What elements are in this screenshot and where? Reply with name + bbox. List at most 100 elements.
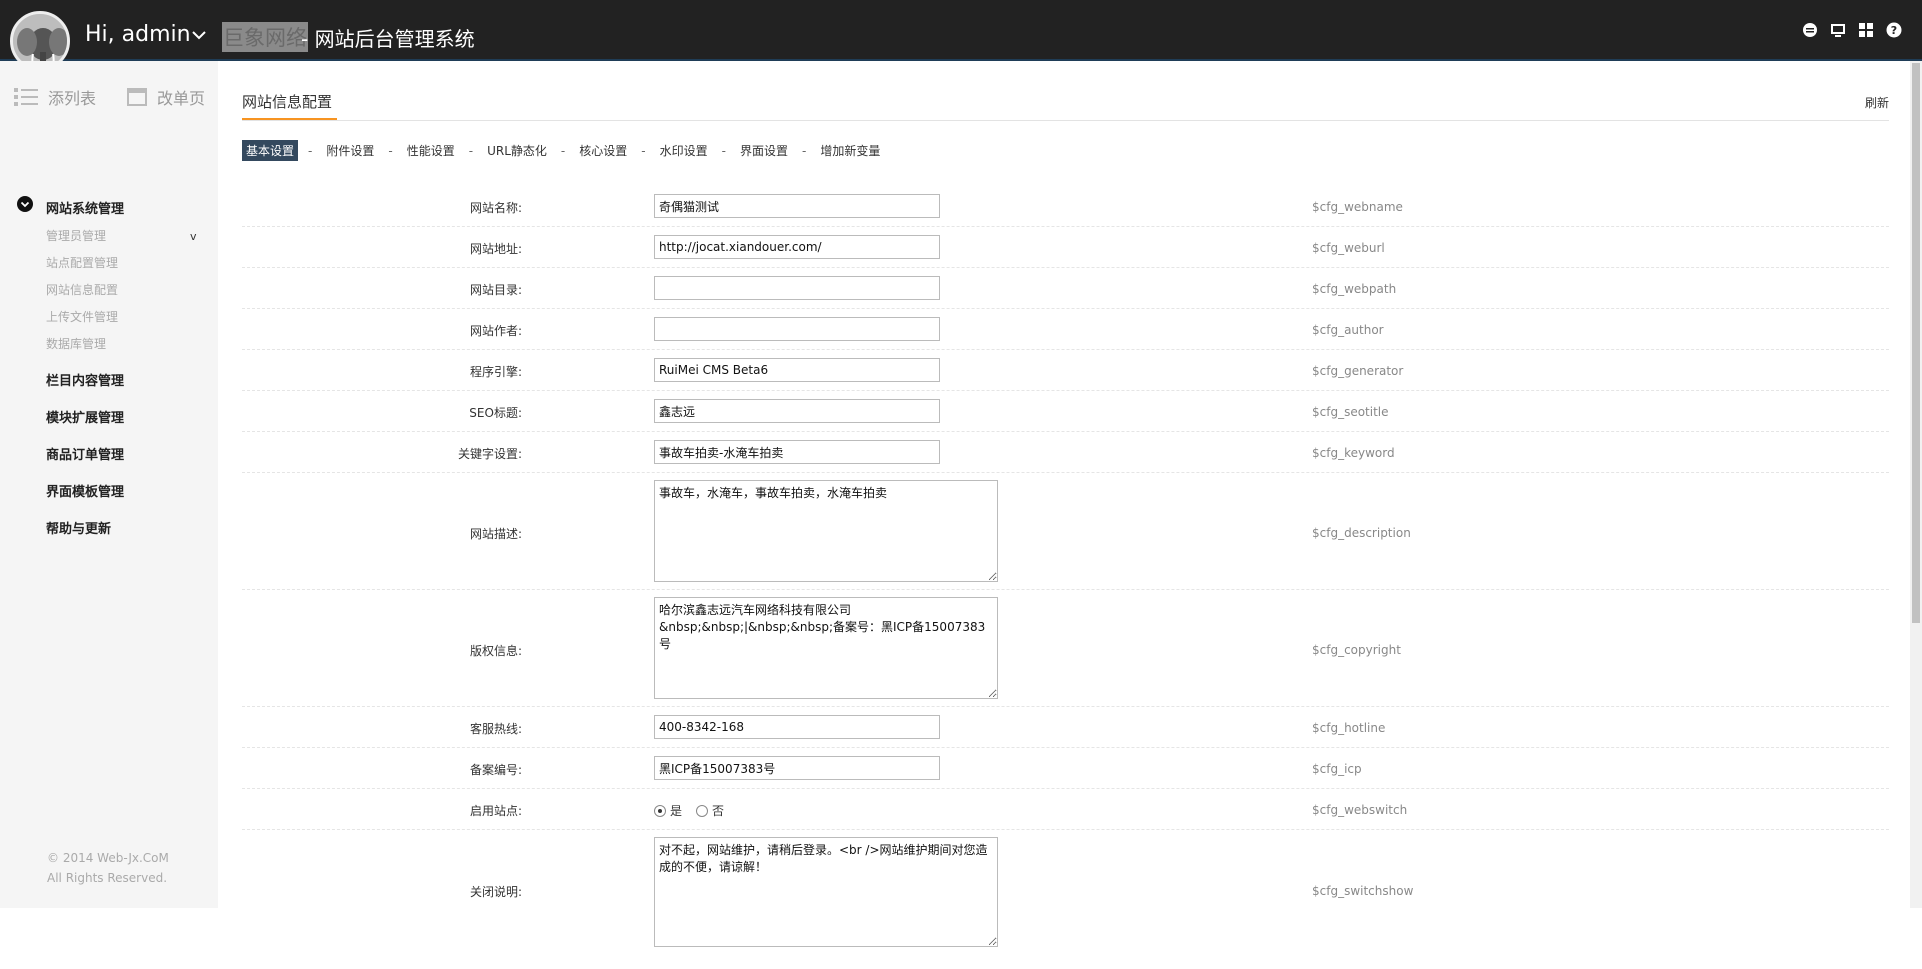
add-list-label: 添列表 xyxy=(48,89,97,108)
nav-group-orders[interactable]: 商品订单管理 xyxy=(46,444,124,463)
add-list-button[interactable]: 添列表 xyxy=(14,85,96,109)
tab-separator: - xyxy=(721,143,726,158)
icp-input[interactable] xyxy=(654,756,940,780)
tab-separator: - xyxy=(641,143,646,158)
nav-group-templates[interactable]: 界面模板管理 xyxy=(46,481,124,500)
monitor-icon[interactable] xyxy=(1830,22,1846,38)
radio-no-label[interactable]: 否 xyxy=(712,802,724,819)
author-input[interactable] xyxy=(654,317,940,341)
form-row-hotline: 客服热线: $cfg_hotline xyxy=(242,707,1889,748)
tab-watermark[interactable]: 水印设置 xyxy=(656,140,712,161)
nav-group-modules[interactable]: 模块扩展管理 xyxy=(46,407,124,426)
radio-yes[interactable] xyxy=(654,804,666,817)
generator-input[interactable] xyxy=(654,358,940,382)
top-icon-group: ? xyxy=(1802,22,1902,38)
field-label: 启用站点: xyxy=(469,804,522,818)
webname-input[interactable] xyxy=(654,194,940,218)
form-row-webswitch: 启用站点: 是 否 $cfg_webswitch xyxy=(242,789,1889,830)
app-title: - 网站后台管理系统 xyxy=(301,27,475,51)
page-title: 网站信息配置 xyxy=(242,93,333,111)
copyright-line-2: All Rights Reserved. xyxy=(47,871,168,885)
form-row-keyword: 关键字设置: $cfg_keyword xyxy=(242,432,1889,473)
edit-page-button[interactable]: 改单页 xyxy=(127,85,205,109)
form-row-copyright: 版权信息: 哈尔滨鑫志远汽车网络科技有限公司 &nbsp;&nbsp;|&nbs… xyxy=(242,590,1889,707)
nav-item-admin[interactable]: 管理员管理 xyxy=(46,227,106,244)
grid-icon[interactable] xyxy=(1858,22,1874,38)
field-label: 版权信息: xyxy=(469,644,522,658)
field-label: 备案编号: xyxy=(469,763,522,777)
nav-item-site-info[interactable]: 网站信息配置 xyxy=(46,281,118,298)
webpath-input[interactable] xyxy=(654,276,940,300)
switchshow-textarea[interactable]: 对不起，网站维护，请稍后登录。<br />网站维护期间对您造成的不便，请谅解！ xyxy=(654,837,998,947)
form-row-generator: 程序引擎: $cfg_generator xyxy=(242,350,1889,391)
field-label: 客服热线: xyxy=(469,722,522,736)
tab-separator: - xyxy=(388,143,393,158)
refresh-link[interactable]: 刷新 xyxy=(1865,94,1889,111)
copyright-textarea[interactable]: 哈尔滨鑫志远汽车网络科技有限公司 &nbsp;&nbsp;|&nbsp;&nbs… xyxy=(654,597,998,699)
page-icon xyxy=(127,88,147,106)
form-row-author: 网站作者: $cfg_author xyxy=(242,309,1889,350)
field-label: SEO标题: xyxy=(469,406,522,420)
settings-tabs: 基本设置 - 附件设置 - 性能设置 - URL静态化 - 核心设置 - 水印设… xyxy=(242,140,884,161)
top-bar: Hi, admin 巨象网络 - 网站后台管理系统 ? xyxy=(0,0,1922,71)
tab-performance[interactable]: 性能设置 xyxy=(403,140,459,161)
title-divider xyxy=(242,120,1889,121)
tab-separator: - xyxy=(308,143,313,158)
nav-group-content[interactable]: 栏目内容管理 xyxy=(46,370,124,389)
variable-name: $cfg_hotline xyxy=(1312,721,1386,735)
radio-no[interactable] xyxy=(696,804,709,817)
top-bar-accent xyxy=(0,59,1922,61)
tab-core[interactable]: 核心设置 xyxy=(575,140,631,161)
radio-yes-label[interactable]: 是 xyxy=(670,802,682,819)
tab-separator: - xyxy=(468,143,474,158)
field-label: 网站描述: xyxy=(469,527,522,541)
nav-item-site-config[interactable]: 站点配置管理 xyxy=(46,254,118,271)
field-label: 关键字设置: xyxy=(457,447,522,461)
description-textarea[interactable]: 事故车，水淹车，事故车拍卖，水淹车拍卖 xyxy=(654,480,998,582)
field-label: 程序引擎: xyxy=(469,365,522,379)
message-icon[interactable] xyxy=(1802,22,1818,38)
tab-separator: - xyxy=(801,143,807,158)
nav-item-database[interactable]: 数据库管理 xyxy=(46,335,106,352)
variable-name: $cfg_copyright xyxy=(1312,643,1401,657)
form-row-webpath: 网站目录: $cfg_webpath xyxy=(242,268,1889,309)
site-name-highlight: 巨象网络 xyxy=(222,22,308,52)
help-icon[interactable]: ? xyxy=(1886,22,1902,38)
tab-separator: - xyxy=(560,143,566,158)
variable-name: $cfg_generator xyxy=(1312,364,1404,378)
variable-name: $cfg_seotitle xyxy=(1312,405,1389,419)
variable-name: $cfg_webname xyxy=(1312,200,1403,214)
tab-interface[interactable]: 界面设置 xyxy=(736,140,792,161)
form-row-switchshow: 关闭说明: 对不起，网站维护，请稍后登录。<br />网站维护期间对您造成的不便… xyxy=(242,830,1889,969)
variable-name: $cfg_webswitch xyxy=(1312,803,1408,817)
tab-url-static[interactable]: URL静态化 xyxy=(483,140,551,161)
svg-text:?: ? xyxy=(1891,24,1897,37)
tab-add-variable[interactable]: 增加新变量 xyxy=(816,140,884,161)
variable-name: $cfg_switchshow xyxy=(1312,884,1414,898)
hotline-input[interactable] xyxy=(654,715,940,739)
weburl-input[interactable] xyxy=(654,235,940,259)
collapse-toggle-icon[interactable] xyxy=(17,196,33,212)
form-row-icp: 备案编号: $cfg_icp xyxy=(242,748,1889,789)
nav-group-system[interactable]: 网站系统管理 xyxy=(46,198,124,217)
scrollbar-thumb[interactable] xyxy=(1912,63,1920,623)
seotitle-input[interactable] xyxy=(654,399,940,423)
keyword-input[interactable] xyxy=(654,440,940,464)
field-label: 网站作者: xyxy=(469,324,522,338)
chevron-down-icon[interactable] xyxy=(190,26,208,44)
variable-name: $cfg_author xyxy=(1312,323,1384,337)
tab-attachment[interactable]: 附件设置 xyxy=(322,140,378,161)
form-row-weburl: 网站地址: $cfg_weburl xyxy=(242,227,1889,268)
tab-basic[interactable]: 基本设置 xyxy=(242,140,299,161)
form-row-seotitle: SEO标题: $cfg_seotitle xyxy=(242,391,1889,432)
field-label: 网站名称: xyxy=(469,201,522,215)
field-label: 网站地址: xyxy=(469,242,522,256)
nav-group-help[interactable]: 帮助与更新 xyxy=(46,518,111,537)
sub-expand-arrow[interactable]: v xyxy=(190,230,197,243)
field-label: 网站目录: xyxy=(469,283,522,297)
edit-page-label: 改单页 xyxy=(157,89,206,108)
user-greeting[interactable]: Hi, admin xyxy=(85,22,191,47)
nav-item-uploads[interactable]: 上传文件管理 xyxy=(46,308,118,325)
vertical-scrollbar[interactable] xyxy=(1910,61,1922,908)
variable-name: $cfg_icp xyxy=(1312,762,1362,776)
